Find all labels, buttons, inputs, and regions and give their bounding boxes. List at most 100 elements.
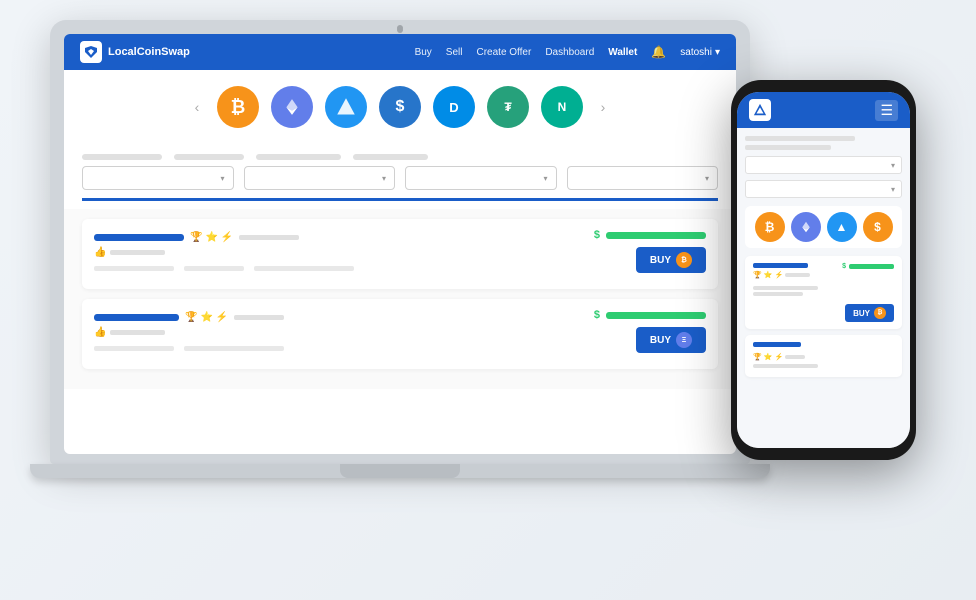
buy-label: BUY	[650, 335, 671, 346]
username-bar	[94, 234, 184, 241]
phone-star-icon-2: ⭐	[764, 353, 773, 361]
listing-user-row: 🏆 ⭐ ⚡	[94, 232, 354, 243]
crypto-dash-icon[interactable]: D	[433, 86, 475, 128]
filters-section: ▾ ▾ ▾ ▾	[64, 144, 736, 209]
crypto-neo-icon[interactable]: N	[541, 86, 583, 128]
crypto-eth-icon[interactable]	[271, 86, 313, 128]
phone-listing-item-2: 🏆 ⭐ ⚡	[745, 335, 902, 377]
listing-detail-bars	[94, 346, 284, 351]
price-bar	[606, 232, 706, 239]
listing-item: 🏆 ⭐ ⚡ 👍	[82, 299, 718, 369]
crypto-btc-icon[interactable]: ₿	[217, 86, 259, 128]
navbar: LocalCoinSwap Buy Sell Create Offer Dash…	[64, 34, 736, 70]
crypto-usdt-icon[interactable]: ₮	[487, 86, 529, 128]
laptop-mockup: LocalCoinSwap Buy Sell Create Offer Dash…	[50, 20, 770, 540]
phone-listing-left: 🏆 ⭐ ⚡	[753, 263, 810, 282]
phone-listing-right: $	[842, 263, 894, 270]
phone-crypto-eth[interactable]	[791, 212, 821, 242]
bell-icon[interactable]: 🔔	[651, 45, 666, 59]
phone-buy-button[interactable]: BUY ₿	[845, 304, 894, 322]
laptop-body: LocalCoinSwap Buy Sell Create Offer Dash…	[50, 20, 750, 464]
listing-left: 🏆 ⭐ ⚡ 👍	[94, 312, 284, 351]
lightning-icon: ⚡	[216, 312, 228, 323]
phone-content: ▾ ▾ ₿ ▲ $	[737, 128, 910, 448]
phone-filter-select-1[interactable]: ▾	[745, 156, 902, 174]
detail-bar-2	[184, 346, 284, 351]
phone-body: ☰ ▾ ▾ ₿	[731, 80, 916, 460]
nav-wallet[interactable]: Wallet	[608, 47, 637, 58]
buy-button[interactable]: BUY Ξ	[636, 327, 706, 353]
phone-label-bar-1	[745, 136, 855, 141]
filter-label-1	[82, 154, 162, 160]
phone-crypto-row: ₿ ▲ $	[745, 206, 902, 248]
phone-detail-bar-3	[753, 364, 818, 368]
chevron-down-icon: ▾	[543, 174, 547, 183]
filter-select-3[interactable]: ▾	[405, 166, 557, 190]
badge-icons: 🏆 ⭐ ⚡	[190, 232, 233, 243]
phone-filter-labels	[745, 136, 902, 150]
logo-icon	[80, 41, 102, 63]
phone-filter-select-2[interactable]: ▾	[745, 180, 902, 198]
phone-crypto-usdc[interactable]: $	[863, 212, 893, 242]
thumbup-icon: 👍	[94, 327, 106, 338]
phone-detail-bar-small	[785, 355, 805, 359]
phone-username-bar-2	[753, 342, 801, 347]
star-icon: ⭐	[205, 232, 217, 243]
phone-buy-row: BUY ₿	[753, 300, 894, 322]
phone-price-row: $	[842, 263, 894, 270]
phone-crypto-btc[interactable]: ₿	[755, 212, 785, 242]
buy-button[interactable]: BUY ₿	[636, 247, 706, 273]
listing-left: 🏆 ⭐ ⚡ 👍	[94, 232, 354, 271]
phone-trophy-icon: 🏆	[753, 271, 762, 279]
eth-icon: Ξ	[676, 332, 692, 348]
detail-bar-2	[184, 266, 244, 271]
phone-lightning-icon-2: ⚡	[774, 353, 783, 361]
filter-select-2[interactable]: ▾	[244, 166, 396, 190]
thumb-row: 👍	[94, 327, 284, 338]
active-tab-indicator	[82, 198, 718, 201]
chevron-down-icon: ▾	[705, 174, 709, 183]
crypto-usdc-icon[interactable]: $	[379, 86, 421, 128]
next-arrow-icon[interactable]: ›	[595, 99, 611, 115]
nav-create-offer[interactable]: Create Offer	[476, 47, 531, 58]
prev-arrow-icon[interactable]: ‹	[189, 99, 205, 115]
listing-right: $ BUY Ξ	[594, 309, 706, 353]
brand-name: LocalCoinSwap	[108, 46, 190, 58]
filter-label-4	[353, 154, 428, 160]
phone-listing-item: 🏆 ⭐ ⚡ $	[745, 256, 902, 329]
crypto-lcs-icon[interactable]	[325, 86, 367, 128]
chevron-down-icon: ▾	[891, 161, 895, 170]
listing-right: $ BUY ₿	[594, 229, 706, 273]
nav-buy[interactable]: Buy	[415, 47, 432, 58]
phone-dollar-icon: $	[842, 263, 846, 270]
phone-btc-icon: ₿	[874, 307, 886, 319]
filter-select-4[interactable]: ▾	[567, 166, 719, 190]
thumb-row: 👍	[94, 247, 354, 258]
chevron-down-icon: ▾	[891, 185, 895, 194]
nav-dashboard[interactable]: Dashboard	[545, 47, 594, 58]
nav-links: Buy Sell Create Offer Dashboard Wallet 🔔…	[415, 45, 720, 59]
phone-crypto-lcs[interactable]: ▲	[827, 212, 857, 242]
phone-badge-row: 🏆 ⭐ ⚡	[753, 271, 810, 279]
listing-item: 🏆 ⭐ ⚡ 👍	[82, 219, 718, 289]
phone-badge-row-2: 🏆 ⭐ ⚡	[753, 353, 894, 361]
phone-detail-bar-2	[753, 292, 803, 296]
filter-select-1[interactable]: ▾	[82, 166, 234, 190]
filter-labels	[82, 154, 718, 160]
user-menu[interactable]: satoshi ▾	[680, 47, 720, 58]
nav-sell[interactable]: Sell	[446, 47, 463, 58]
crypto-selector-row: ‹ ₿ $ D ₮ N ›	[64, 70, 736, 144]
laptop-screen: LocalCoinSwap Buy Sell Create Offer Dash…	[64, 34, 736, 454]
price-row: $	[594, 229, 706, 241]
chevron-down-icon: ▾	[715, 47, 720, 58]
detail-bar-1	[94, 346, 174, 351]
phone-detail-bar-1	[753, 286, 818, 290]
hamburger-icon[interactable]: ☰	[875, 100, 898, 121]
listing-top-row: 🏆 ⭐ ⚡ 👍	[94, 229, 706, 273]
laptop-base	[30, 464, 770, 478]
brand-logo[interactable]: LocalCoinSwap	[80, 41, 190, 63]
phone-detail-bar	[785, 273, 810, 277]
price-row: $	[594, 309, 706, 321]
phone-label-bar-2	[745, 145, 831, 150]
rating-bar	[110, 330, 165, 335]
